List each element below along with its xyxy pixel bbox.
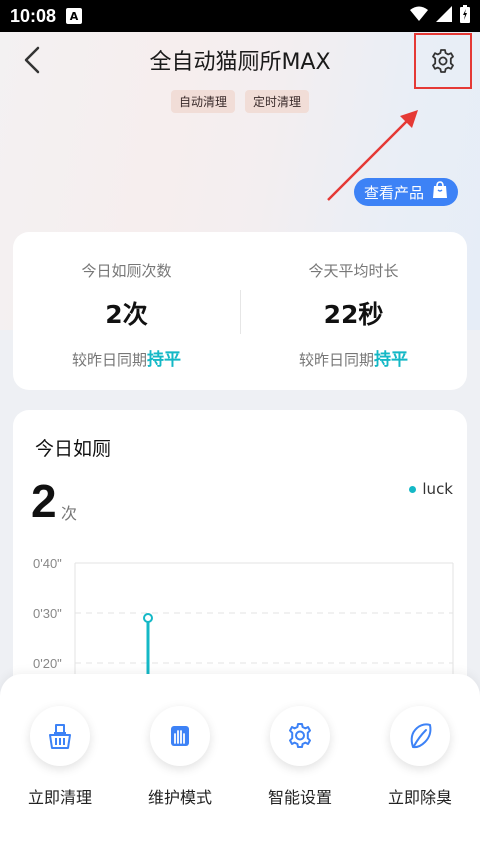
stats-card: 今日如厕次数 2次 较昨日同期持平 今天平均时长 22秒 较昨日同期持平 <box>13 232 467 390</box>
gear-icon <box>432 49 454 73</box>
status-time: 10:08 <box>10 5 57 26</box>
clean-now-button[interactable]: 立即清理 <box>0 706 120 808</box>
chart-count-unit: 次 <box>61 504 78 523</box>
action-label: 立即清理 <box>27 788 92 807</box>
tag-scheduled-clean: 定时清理 <box>245 90 310 113</box>
compare-prefix: 较昨日同期 <box>298 351 374 369</box>
view-product-button[interactable]: 查看产品 <box>354 178 458 206</box>
view-product-label: 查看产品 <box>364 183 425 202</box>
signal-icon <box>436 6 452 26</box>
stat-compare: 较昨日同期持平 <box>13 345 240 370</box>
hand-icon <box>171 726 189 746</box>
compare-prefix: 较昨日同期 <box>71 351 147 369</box>
chart-count: 2 <box>31 475 57 527</box>
maintenance-mode-button[interactable]: 维护模式 <box>120 706 240 808</box>
smart-gear-icon <box>289 723 311 748</box>
action-icon-circle <box>390 706 450 766</box>
compare-value: 持平 <box>147 350 181 370</box>
avg-duration-stat: 今天平均时长 22秒 较昨日同期持平 <box>240 232 467 390</box>
settings-button[interactable] <box>414 33 472 89</box>
battery-icon <box>460 5 470 27</box>
legend-dot <box>409 485 417 493</box>
action-icon-circle <box>30 706 90 766</box>
page-title: 全自动猫厕所MAX <box>149 50 331 75</box>
wifi-icon <box>410 6 428 26</box>
chart-legend: luck <box>409 480 453 498</box>
leaf-icon <box>410 723 432 749</box>
action-label: 维护模式 <box>147 788 212 807</box>
stat-label: 今日如厕次数 <box>81 262 172 280</box>
y-tick-label: 0'30" <box>33 606 62 621</box>
deodorize-now-button[interactable]: 立即除臭 <box>360 706 480 808</box>
stat-compare: 较昨日同期持平 <box>240 345 467 370</box>
today-count-stat: 今日如厕次数 2次 较昨日同期持平 <box>13 232 240 390</box>
notification-badge: A <box>66 8 83 24</box>
stat-value: 22秒 <box>323 300 384 329</box>
legend-label: luck <box>422 480 453 498</box>
shopping-bag-icon <box>430 180 450 204</box>
action-label: 立即除臭 <box>387 788 452 807</box>
chart-title: 今日如厕 <box>35 438 112 460</box>
stat-value: 2次 <box>105 300 148 329</box>
smart-settings-button[interactable]: 智能设置 <box>240 706 360 808</box>
compare-value: 持平 <box>374 350 408 370</box>
status-bar: 10:08 A <box>0 0 480 32</box>
action-icon-circle <box>150 706 210 766</box>
data-point <box>143 613 153 623</box>
action-panel: 立即清理 维护模式 智能设置 立即除臭 <box>0 674 480 854</box>
action-icon-circle <box>270 706 330 766</box>
stat-label: 今天平均时长 <box>308 262 399 280</box>
y-tick-label: 0'20" <box>33 656 62 671</box>
action-label: 智能设置 <box>267 788 332 807</box>
basket-icon <box>49 724 71 749</box>
y-tick-label: 0'40" <box>33 556 62 571</box>
tag-auto-clean: 自动清理 <box>170 90 235 113</box>
